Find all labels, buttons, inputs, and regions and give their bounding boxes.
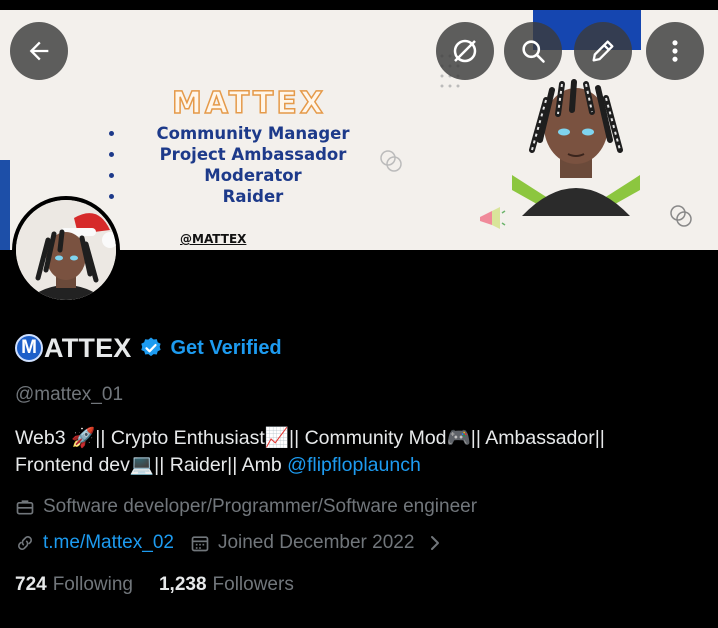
verified-badge-icon — [140, 337, 161, 357]
joined-date: Joined December 2022 — [217, 532, 415, 553]
follow-stats: 724 Following 1,238 Followers — [15, 574, 320, 596]
profession-row: Software developer/Programmer/Software e… — [15, 496, 477, 518]
search-icon — [522, 40, 545, 63]
more-options-button[interactable] — [646, 22, 704, 80]
avatar-image — [16, 200, 116, 300]
rings-icon — [670, 205, 692, 227]
profile-handle: @mattex_01 — [15, 384, 124, 405]
following-link[interactable]: 724 Following — [15, 574, 133, 596]
banner-role-item: Community Manager — [100, 123, 400, 144]
calendar-icon — [190, 533, 210, 553]
briefcase-icon — [15, 497, 35, 517]
back-button[interactable] — [10, 22, 68, 80]
banner-handle: @MATTEX — [180, 232, 247, 246]
avatar-illustration — [16, 200, 116, 300]
profile-name-row: M ATTEX Get Verified — [15, 331, 282, 365]
arrow-left-icon — [29, 41, 49, 61]
eye-off-icon — [453, 39, 477, 63]
banner-stripe-left — [0, 160, 10, 250]
edit-icon — [592, 40, 614, 62]
grok-button[interactable] — [436, 22, 494, 80]
banner-role-item: Raider — [100, 186, 400, 207]
profession-text: Software developer/Programmer/Software e… — [43, 496, 478, 517]
profile-website-link[interactable]: t.me/Mattex_02 — [43, 532, 174, 554]
rings-icon — [380, 150, 402, 172]
followers-label: Followers — [212, 574, 294, 595]
bio-line-1: Web3 🚀|| Crypto Enthusiast📈|| Community … — [15, 427, 605, 449]
chevron-right-icon[interactable] — [428, 534, 442, 552]
profile-bio: Web3 🚀|| Crypto Enthusiast📈|| Community … — [15, 425, 705, 479]
banner-role-item: Project Ambassador — [100, 144, 400, 165]
profile-name: ATTEX — [44, 332, 132, 363]
bio-line-2: Frontend dev💻|| Raider|| Amb — [15, 454, 288, 476]
name-badge: M — [15, 334, 43, 362]
bio-mention-link[interactable]: @flipfloplaunch — [287, 454, 421, 476]
following-count: 724 — [15, 574, 47, 595]
avatar[interactable] — [12, 196, 120, 304]
edit-button[interactable] — [574, 22, 632, 80]
followers-count: 1,238 — [158, 574, 207, 595]
megaphone-icon — [480, 207, 506, 229]
link-joined-row: t.me/Mattex_02 Joined December 2022 — [15, 532, 450, 554]
link-icon — [15, 533, 35, 553]
banner-roles-list: Community Manager Project Ambassador Mod… — [100, 123, 400, 207]
search-button[interactable] — [504, 22, 562, 80]
following-label: Following — [52, 574, 133, 595]
banner-brand-title: MATTEX — [171, 85, 326, 122]
followers-link[interactable]: 1,238 Followers — [159, 574, 294, 596]
banner-role-item: Moderator — [100, 165, 400, 186]
more-vertical-icon — [672, 40, 678, 62]
get-verified-link[interactable]: Get Verified — [171, 337, 282, 360]
